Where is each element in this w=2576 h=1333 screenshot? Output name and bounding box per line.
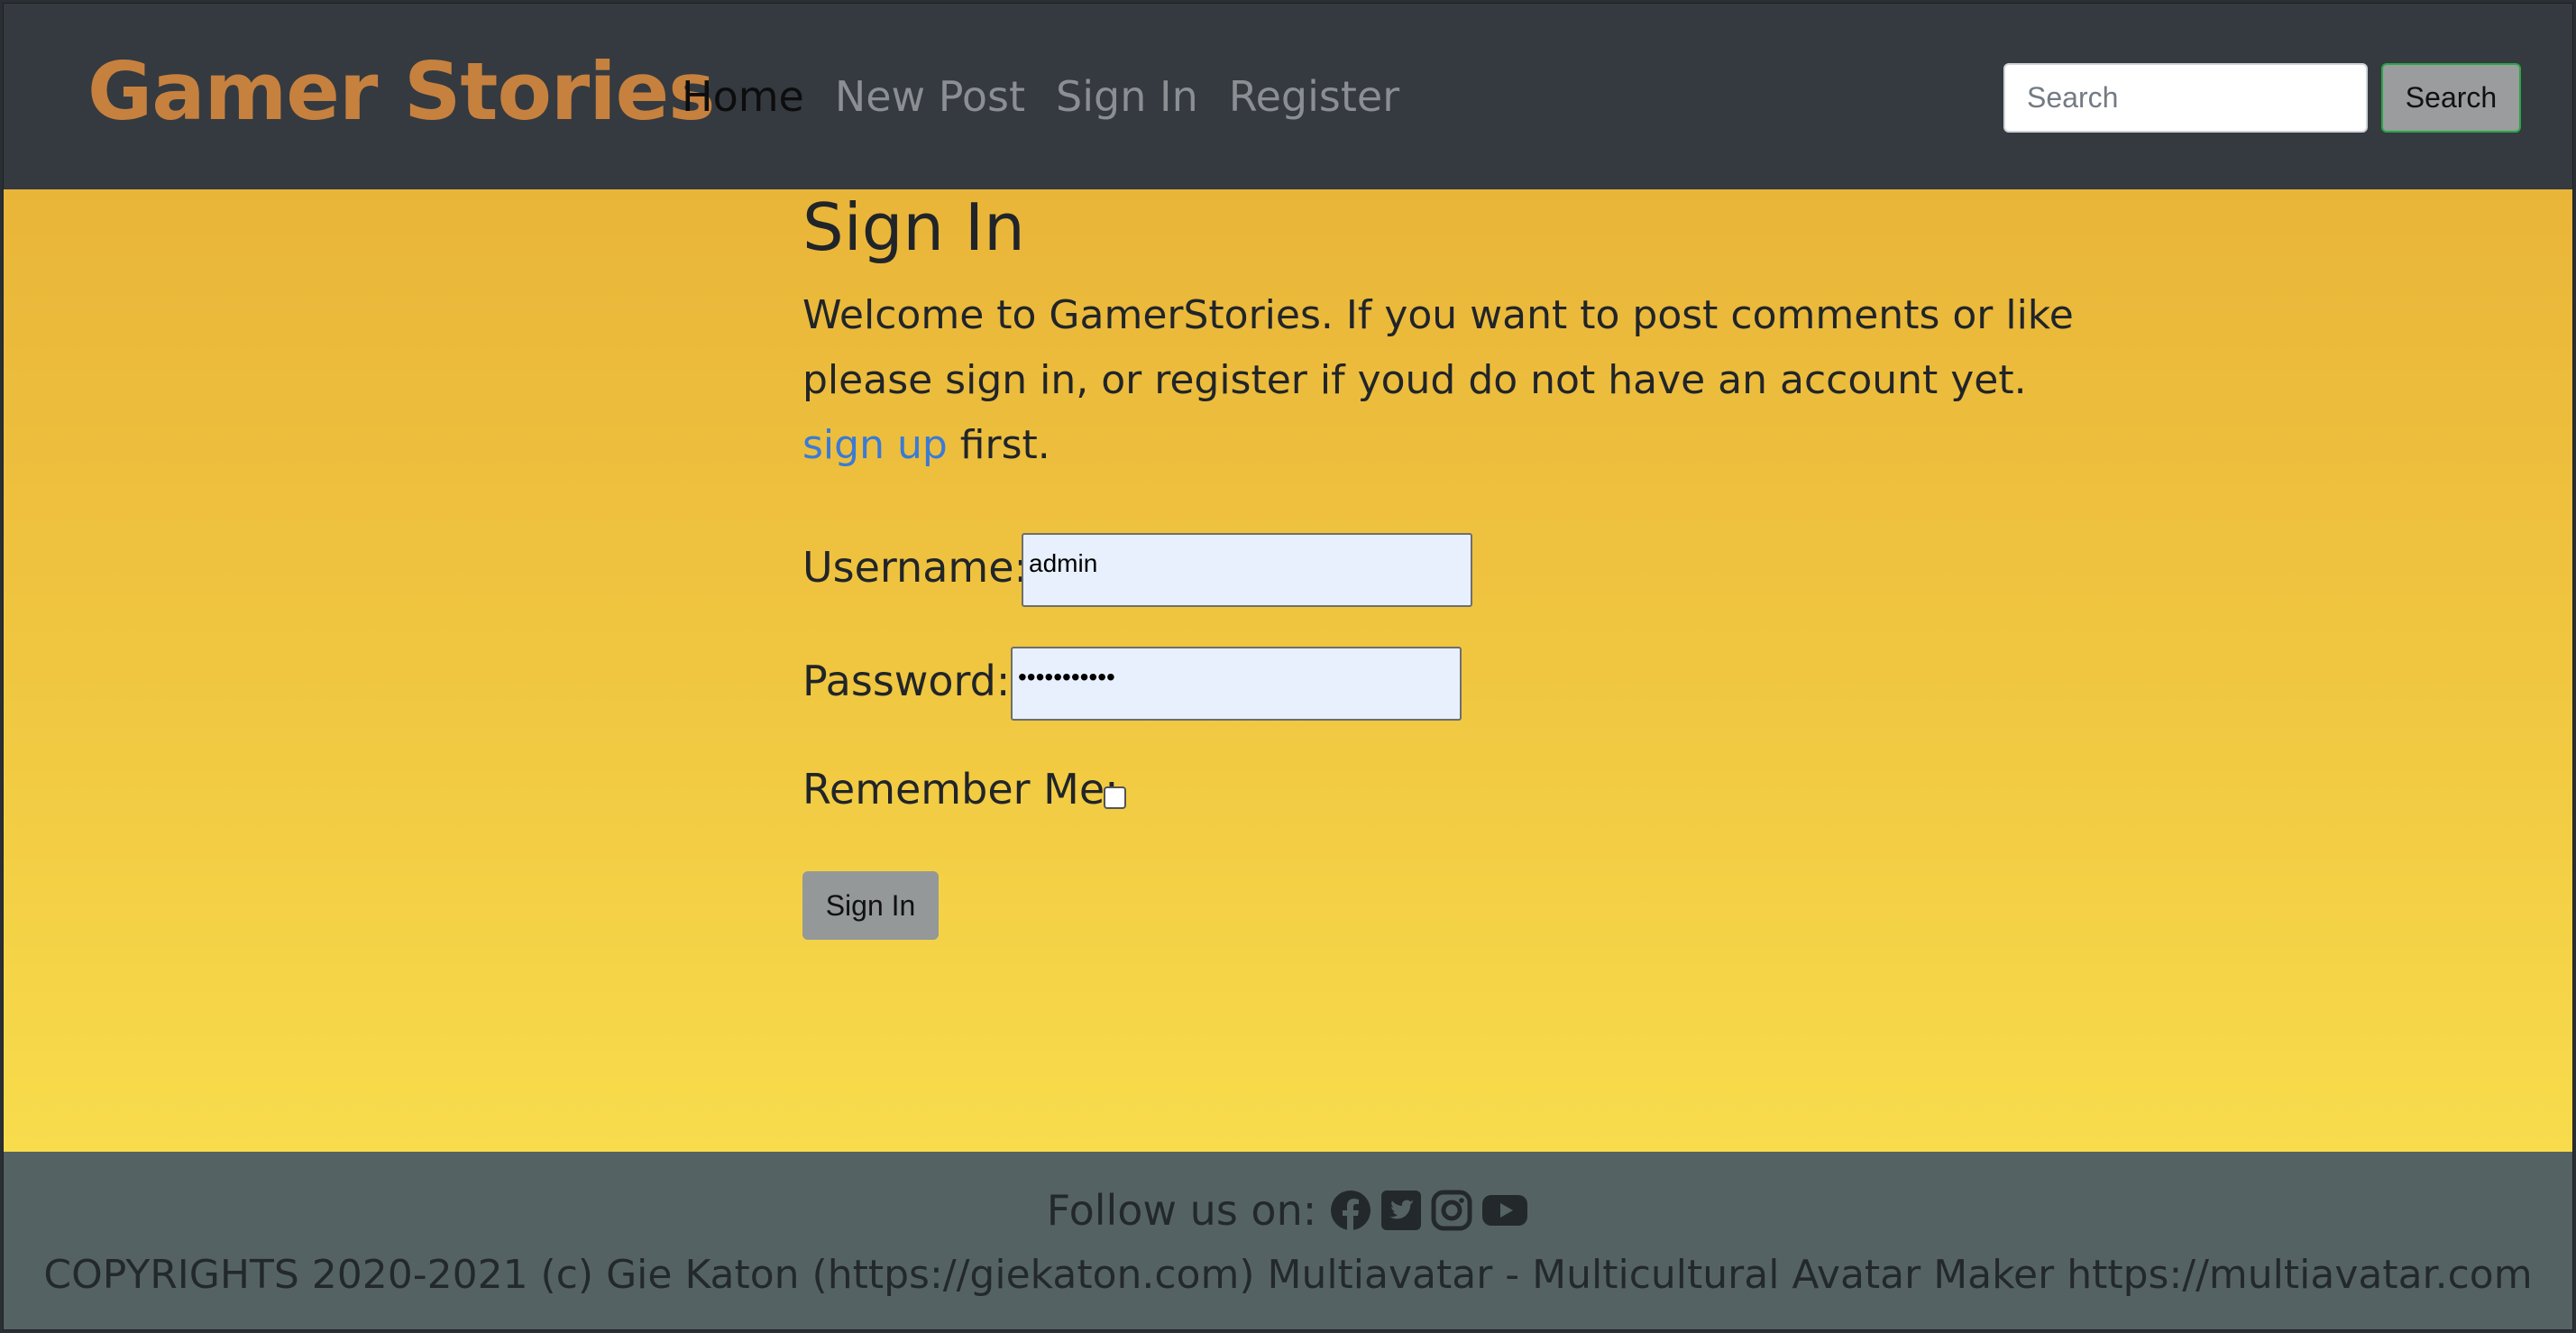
copyright-text: COPYRIGHTS 2020-2021 (c) Gie Katon (http… — [43, 1252, 2533, 1298]
nav-new-post[interactable]: New Post — [835, 72, 1025, 121]
username-label: Username: — [802, 543, 1028, 592]
sign-in-button[interactable]: Sign In — [802, 871, 939, 940]
brand-logo[interactable]: Gamer Stories — [87, 45, 716, 138]
page-title: Sign In — [802, 189, 1025, 265]
nav-sign-in[interactable]: Sign In — [1056, 72, 1198, 121]
intro-sentence: Welcome to GamerStories. If you want to … — [802, 292, 2074, 403]
footer: Follow us on: COPYRIGHTS 2020-2021 (c) G… — [4, 1152, 2572, 1329]
username-field[interactable]: admin — [1022, 533, 1472, 607]
twitter-icon[interactable] — [1380, 1189, 1423, 1232]
intro-text: Welcome to GamerStories. If you want to … — [802, 283, 2110, 478]
search-button[interactable]: Search — [2381, 63, 2521, 133]
navbar: Gamer Stories Home New Post Sign In Regi… — [4, 4, 2572, 189]
search-input[interactable] — [2003, 63, 2368, 133]
sign-up-link[interactable]: sign up — [802, 422, 948, 468]
intro-end: first. — [959, 422, 1050, 468]
password-field[interactable]: ••••••••••• — [1011, 647, 1462, 721]
follow-us: Follow us on: — [4, 1186, 2572, 1235]
follow-label: Follow us on: — [1046, 1186, 1317, 1235]
instagram-icon[interactable] — [1430, 1189, 1473, 1232]
nav-register[interactable]: Register — [1229, 72, 1399, 121]
main-content: Sign In Welcome to GamerStories. If you … — [4, 189, 2572, 1152]
youtube-icon[interactable] — [1481, 1189, 1529, 1232]
remember-me-checkbox[interactable] — [1104, 786, 1126, 809]
remember-me-label: Remember Me: — [802, 765, 1119, 814]
page: Gamer Stories Home New Post Sign In Regi… — [3, 3, 2573, 1330]
password-label: Password: — [802, 657, 1011, 705]
nav-home[interactable]: Home — [682, 72, 804, 121]
facebook-icon[interactable] — [1329, 1189, 1372, 1232]
social-icons — [1329, 1189, 1529, 1232]
nav-links: Home New Post Sign In Register — [682, 72, 1399, 121]
